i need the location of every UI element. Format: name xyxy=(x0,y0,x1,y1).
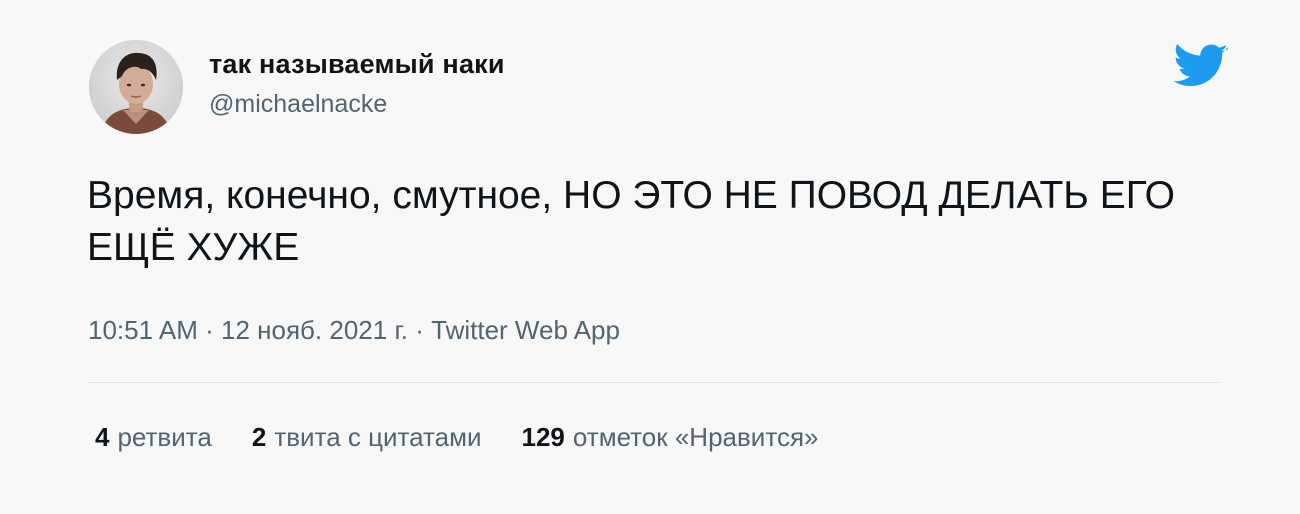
tweet-date[interactable]: 12 нояб. 2021 г. xyxy=(221,315,408,345)
retweets-count: 4 xyxy=(95,422,110,452)
avatar[interactable] xyxy=(89,40,183,134)
author-display-name[interactable]: так называемый наки xyxy=(209,46,505,82)
meta-separator: · xyxy=(415,315,424,345)
tweet-text: Время, конечно, смутное, НО ЭТО НЕ ПОВОД… xyxy=(87,174,1175,269)
author-handle[interactable]: @michaelnacke xyxy=(209,86,505,122)
quote-tweets-stat[interactable]: 2 твита с цитатами xyxy=(252,419,482,455)
likes-stat[interactable]: 129 отметок «Нравится» xyxy=(522,419,819,455)
quote-tweets-label: твита с цитатами xyxy=(274,422,482,452)
tweet-source[interactable]: Twitter Web App xyxy=(431,315,620,345)
tweet-card: так называемый наки @michaelnacke Время,… xyxy=(0,0,1300,514)
likes-label: отметок «Нравится» xyxy=(572,422,819,452)
retweets-stat[interactable]: 4 ретвита xyxy=(95,419,212,455)
tweet-time[interactable]: 10:51 AM xyxy=(88,315,198,345)
twitter-bird-icon[interactable] xyxy=(1173,44,1229,90)
retweets-label: ретвита xyxy=(117,422,212,452)
avatar-photo xyxy=(89,40,183,134)
author-block: так называемый наки @michaelnacke xyxy=(209,46,505,122)
divider xyxy=(88,382,1220,383)
likes-count: 129 xyxy=(521,422,565,452)
quote-tweets-count: 2 xyxy=(251,422,267,452)
meta-separator: · xyxy=(205,315,214,345)
tweet-stats: 4 ретвита 2 твита с цитатами 129 отметок «Н… xyxy=(95,419,858,455)
tweet-meta: 10:51 AM · 12 нояб. 2021 г. · Twitter We… xyxy=(88,312,620,348)
